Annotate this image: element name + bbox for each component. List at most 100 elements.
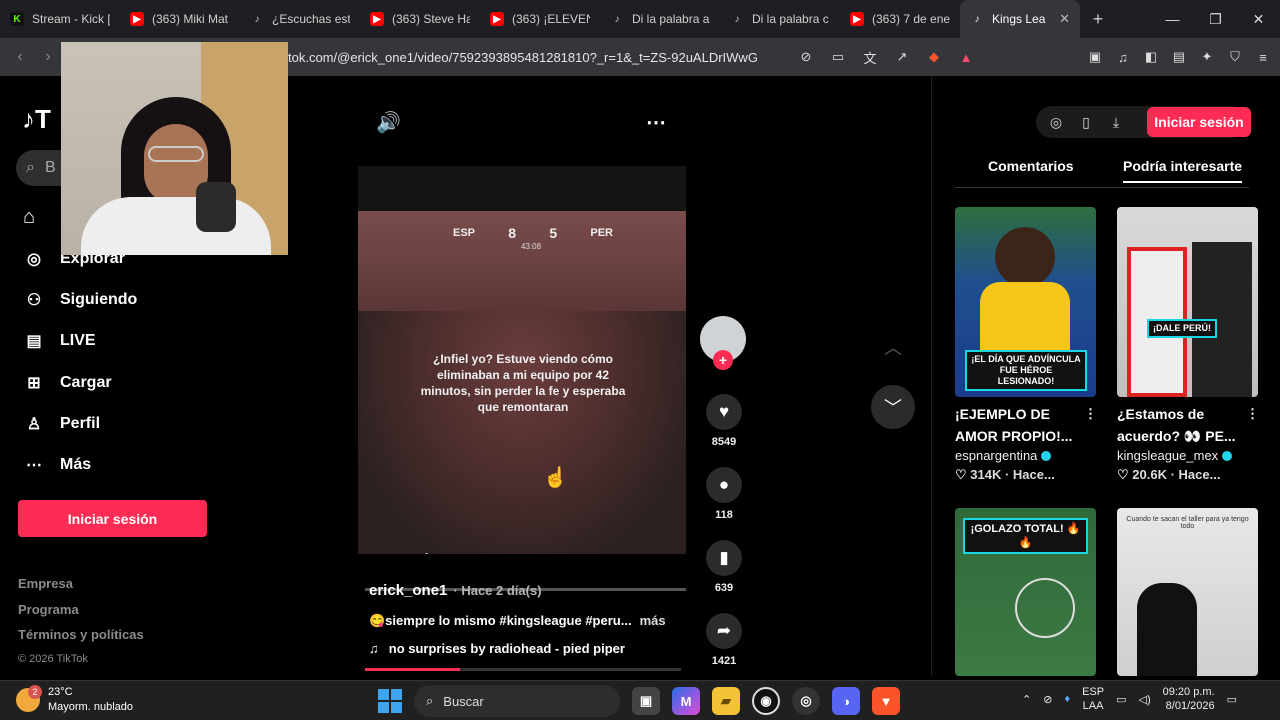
card-title: ¿Estamos de acuerdo? 👀 PE...	[1117, 406, 1236, 444]
microsoft365-icon[interactable]: M	[672, 687, 700, 715]
reader-icon[interactable]: ▣	[1084, 46, 1106, 68]
browser-tab[interactable]: K Stream - Kick [	[0, 0, 120, 38]
volume-icon[interactable]: 🔊	[376, 110, 401, 135]
task-view-icon[interactable]: ▣	[632, 687, 660, 715]
recommended-card[interactable]: Cuando te sacan el taller para ya tengo …	[1117, 508, 1259, 676]
recommended-card[interactable]: ¡DALE PERÚ! ¿Estamos de acuerdo? 👀 PE...…	[1117, 207, 1259, 483]
card-more-icon[interactable]: ⋮	[1246, 403, 1259, 425]
sidebar-item-perfil[interactable]: ♙ Perfil	[22, 403, 137, 444]
back-arrow-icon[interactable]: ‹	[6, 48, 34, 66]
music-title[interactable]: no surprises by radiohead - pied piper	[389, 641, 625, 656]
sidebar-item-live[interactable]: ▤ LIVE	[22, 321, 137, 362]
home-icon[interactable]: ⌂	[23, 206, 35, 229]
webcam-person-shirt	[81, 197, 271, 255]
recommended-card[interactable]: ¡EL DÍA QUE ADVÍNCULA FUE HÉROE LESIONAD…	[955, 207, 1097, 483]
playback-speed[interactable]: x 1	[412, 550, 429, 554]
url-field[interactable]: tok.com/@erick_one1/video/75923938954812…	[288, 38, 758, 76]
network-icon[interactable]: ▭	[1116, 693, 1126, 706]
weather-widget[interactable]: 2 23°C Mayorm. nublado	[16, 685, 133, 715]
sidebar-item-siguiendo[interactable]: ⚇ Siguiendo	[22, 279, 138, 320]
footer-link-empresa[interactable]: Empresa	[18, 576, 144, 602]
card-overlay-text: Cuando te sacan el taller para ya tengo …	[1126, 516, 1249, 530]
device-icon[interactable]: ▯	[1076, 112, 1096, 132]
author-name[interactable]: erick_one1	[369, 582, 447, 599]
share-action[interactable]: ➦ 1421	[700, 613, 748, 667]
media-icon[interactable]: ♫	[1112, 46, 1134, 68]
footer-link-programa[interactable]: Programa	[18, 602, 144, 628]
language-indicator[interactable]: ESP LAA	[1082, 685, 1104, 713]
playback-progress[interactable]	[365, 668, 681, 671]
browser-tab[interactable]: ▶ (363) Miki Mat	[120, 0, 240, 38]
compass-small-icon[interactable]: ◎	[1046, 112, 1066, 132]
score-team-left: ESP	[453, 227, 476, 239]
close-tab-icon[interactable]: ✕	[1059, 11, 1070, 27]
browser-tab[interactable]: ♪ ¿Escuchas esta	[240, 0, 360, 38]
forward-arrow-icon[interactable]: ›	[34, 48, 62, 66]
menu-icon[interactable]: ≡	[1252, 46, 1274, 68]
save-action[interactable]: ▮ 639	[700, 540, 748, 594]
wallet-icon[interactable]: ▤	[1168, 46, 1190, 68]
translate-icon[interactable]: 文	[859, 46, 881, 68]
browser-tab[interactable]: ▶ (363) Steve Ha	[360, 0, 480, 38]
maximize-icon[interactable]: ❐	[1194, 0, 1237, 38]
file-explorer-icon[interactable]: ▰	[712, 687, 740, 715]
browser-tab[interactable]: ▶ (363) 7 de ene	[840, 0, 960, 38]
close-window-icon[interactable]: ✕	[1237, 0, 1280, 38]
tiktok-logo[interactable]: ♪T	[22, 104, 51, 135]
browser-tab[interactable]: ▶ (363) ¡ELEVEN	[480, 0, 600, 38]
next-video-button[interactable]: ﹀	[871, 385, 915, 429]
sidebar-item-cargar[interactable]: ⊞ Cargar	[22, 362, 137, 403]
scoreboard: ESP 8 5 PER	[453, 224, 613, 242]
speaker-icon[interactable]: ◁)	[1138, 693, 1150, 706]
chrome-icon[interactable]: ◎	[792, 687, 820, 715]
new-tab-button[interactable]: +	[1080, 9, 1116, 30]
previous-video-button[interactable]: ︿	[871, 325, 915, 369]
comment-action[interactable]: ● 118	[700, 467, 748, 521]
media-blocked-icon[interactable]: ⊘	[795, 46, 817, 68]
profile-icon: ♙	[26, 415, 42, 433]
microphone-icon[interactable]: ♦	[1064, 693, 1070, 705]
browser-tab[interactable]: ♪ Di la palabra c	[720, 0, 840, 38]
author-avatar[interactable]: +	[700, 316, 746, 370]
download-icon[interactable]: ⤓	[1106, 112, 1126, 132]
card-more-icon[interactable]: ⋮	[1084, 403, 1097, 425]
vpn-icon[interactable]: ⛉	[1224, 46, 1246, 68]
right-login-button[interactable]: Iniciar sesión	[1147, 107, 1251, 137]
browser-tab[interactable]: ♪ Di la palabra a	[600, 0, 720, 38]
video-caption: ¿Infiel yo? Estuve viendo cómo eliminaba…	[420, 352, 626, 414]
more-link[interactable]: más	[640, 613, 666, 629]
sidebar-icon[interactable]: ◧	[1140, 46, 1162, 68]
youtube-favicon-icon: ▶	[370, 12, 384, 26]
card-overlay-text: ¡EL DÍA QUE ADVÍNCULA FUE HÉROE LESIONAD…	[965, 350, 1087, 391]
obs-icon[interactable]: ◉	[752, 687, 780, 715]
notification-icon[interactable]: ▭	[1227, 693, 1237, 706]
following-icon: ⚇	[26, 291, 42, 309]
windows-start-button[interactable]	[378, 689, 402, 713]
follow-plus-icon[interactable]: +	[713, 350, 733, 370]
card-author: kingsleague_mex	[1117, 448, 1219, 463]
sidebar-item-mas[interactable]: ⋯ Más	[22, 444, 137, 485]
taskbar-search[interactable]: ⌕ Buscar	[414, 685, 620, 717]
footer-link-terminos[interactable]: Términos y políticas	[18, 627, 144, 653]
tab-podria-interesarte[interactable]: Podría interesarte	[1123, 158, 1243, 183]
brave-rewards-icon[interactable]: ▲	[955, 46, 977, 68]
discord-icon[interactable]: ◑	[832, 687, 860, 715]
recommended-card[interactable]: ¡GOLAZO TOTAL! 🔥🔥	[955, 508, 1097, 676]
share-icon[interactable]: ↗	[891, 46, 913, 68]
browser-tab-active[interactable]: ♪ Kings Lea ✕	[960, 0, 1080, 38]
show-hidden-icon[interactable]: ⌃	[1022, 693, 1031, 706]
like-action[interactable]: ♥ 8549	[700, 394, 748, 448]
minimize-icon[interactable]: —	[1151, 0, 1194, 38]
brave-shield-icon[interactable]: ◆	[923, 46, 945, 68]
tab-comentarios[interactable]: Comentarios	[988, 158, 1074, 174]
clock[interactable]: 09:20 p.m. 8/01/2026	[1163, 685, 1215, 713]
tiktok-favicon-icon: ♪	[974, 13, 980, 25]
mute-icon[interactable]: ⊘	[1043, 693, 1052, 706]
cast-icon[interactable]: ▭	[827, 46, 849, 68]
leo-ai-icon[interactable]: ✦	[1196, 46, 1218, 68]
card-thumbnail: ¡DALE PERÚ!	[1117, 207, 1258, 397]
brave-icon[interactable]: ▼	[872, 687, 900, 715]
login-button[interactable]: Iniciar sesión	[18, 500, 207, 537]
video-player[interactable]: ESP 8 5 PER 43:08 ¿Infiel yo? Estuve vie…	[358, 166, 686, 554]
video-more-options-icon[interactable]: ⋯	[646, 110, 666, 135]
